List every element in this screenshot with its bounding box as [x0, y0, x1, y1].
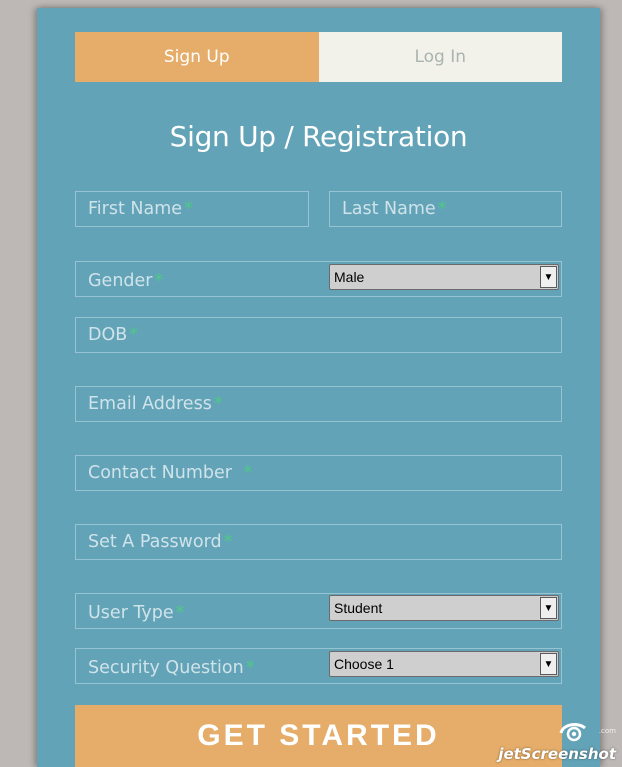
form-title: Sign Up / Registration [169, 120, 468, 153]
registration-panel: Sign Up Log In Sign Up / Registration Fi… [37, 8, 600, 767]
dob-field[interactable]: DOB * [75, 317, 562, 353]
tab-sign-up[interactable]: Sign Up [75, 32, 319, 82]
watermark: .com jetScreenshot [496, 721, 616, 765]
camera-lens-icon [559, 723, 586, 742]
email-field[interactable]: Email Address * [75, 386, 562, 422]
user-type-select[interactable]: Student ▼ [329, 595, 559, 621]
required-marker: * [184, 199, 193, 219]
chevron-down-icon[interactable]: ▼ [540, 266, 557, 288]
security-question-label: Security Question [88, 658, 244, 678]
required-marker: * [213, 394, 223, 414]
auth-tabs: Sign Up Log In [75, 32, 562, 82]
first-name-placeholder: First Name [88, 199, 183, 219]
tab-log-in[interactable]: Log In [318, 32, 562, 82]
required-marker: * [223, 532, 233, 552]
last-name-placeholder: Last Name [342, 199, 436, 219]
dob-placeholder: DOB [88, 325, 128, 345]
required-marker: * [437, 199, 447, 219]
user-type-label: User Type [88, 603, 174, 623]
security-question-select[interactable]: Choose 1 ▼ [329, 651, 559, 677]
gender-label: Gender [88, 271, 153, 291]
get-started-label: GET STARTED [197, 719, 440, 752]
tab-sign-up-label: Sign Up [163, 47, 230, 67]
gender-select-value: Male [334, 269, 365, 285]
required-marker: * [129, 325, 139, 345]
watermark-suffix: .com [598, 727, 616, 735]
contact-number-placeholder: Contact Number [88, 463, 238, 483]
password-placeholder: Set A Password [88, 532, 222, 552]
required-marker: * [245, 658, 255, 678]
chevron-down-icon[interactable]: ▼ [540, 653, 557, 675]
last-name-field[interactable]: Last Name * [329, 191, 562, 227]
watermark-text: jetScreenshot [498, 745, 616, 763]
password-field[interactable]: Set A Password * [75, 524, 562, 560]
contact-number-field[interactable]: Contact Number * [75, 455, 562, 491]
chevron-down-icon[interactable]: ▼ [540, 597, 557, 619]
user-type-select-value: Student [334, 600, 383, 616]
security-question-select-value: Choose 1 [334, 656, 394, 672]
get-started-button[interactable]: GET STARTED [75, 705, 562, 767]
tab-log-in-label: Log In [414, 47, 467, 67]
required-marker: * [175, 603, 185, 623]
gender-select[interactable]: Male ▼ [329, 264, 559, 290]
first-name-field[interactable]: First Name * [75, 191, 309, 227]
required-marker: * [243, 463, 253, 483]
email-placeholder: Email Address [88, 394, 212, 414]
required-marker: * [154, 271, 164, 291]
